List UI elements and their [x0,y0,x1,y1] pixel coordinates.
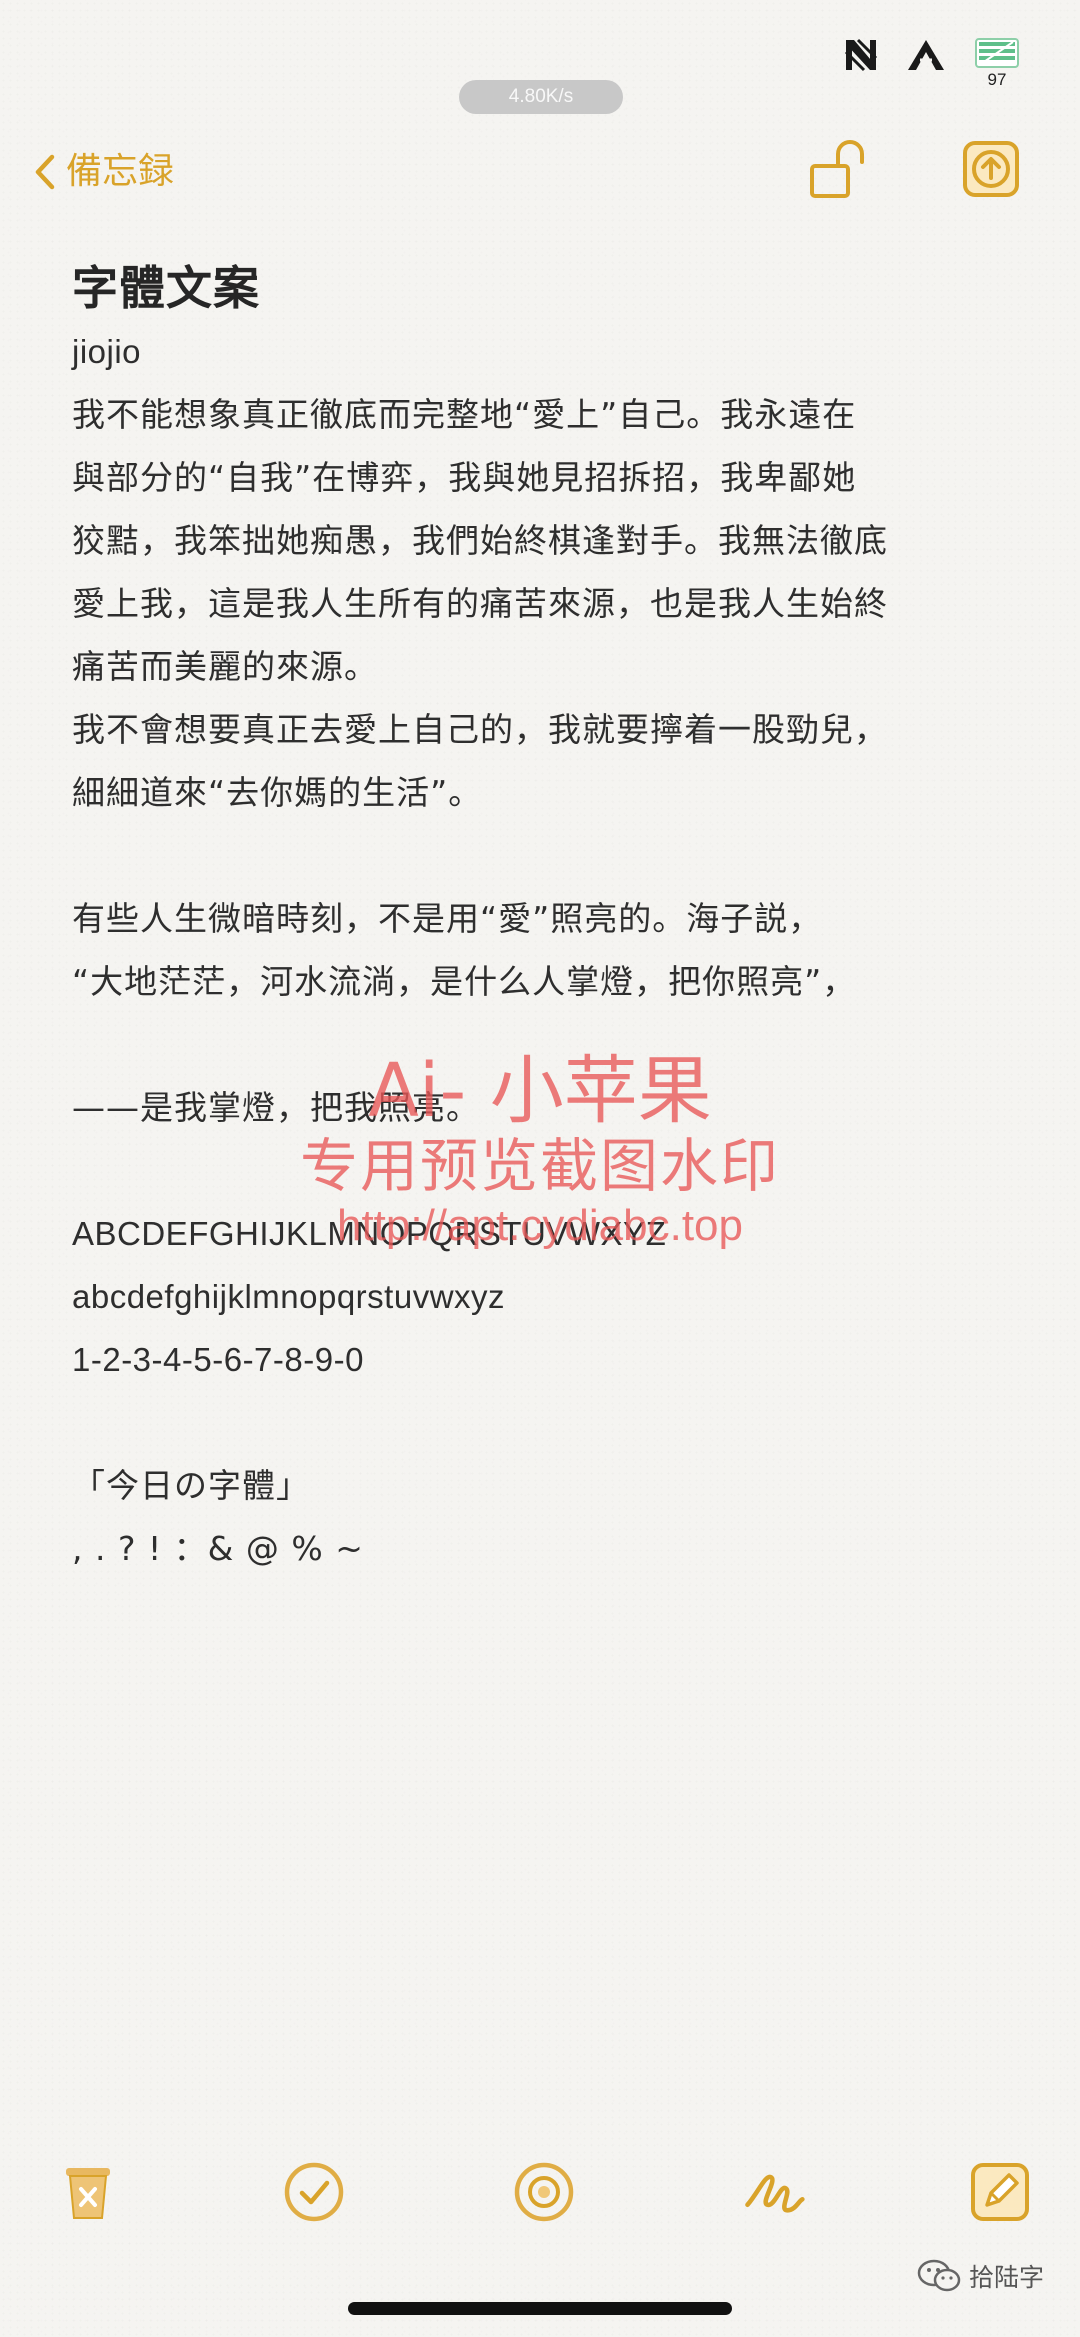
note-line: , . ? ! ：& @ % ~ [72,1529,364,1568]
note-line: 1-2-3-4-5-6-7-8-9-0 [72,1341,364,1378]
share-arrow-up-icon [963,141,1019,197]
source-tag: 拾陆字 [917,2258,1044,2294]
share-button[interactable] [962,140,1020,202]
note-line: 狡黠，我笨拙她痴愚，我們始終棋逢對手。我無法徹底 [72,521,888,560]
camera-icon [514,2162,574,2222]
checklist-button[interactable] [282,2160,346,2224]
signal-a-icon [908,40,944,70]
note-line: 與部分的“自我”在博弈，我與她見招拆招，我卑鄙她 [72,458,857,497]
compose-icon [971,2163,1029,2221]
note-title: 字體文案 [72,261,260,315]
note-line: 細細道來“去你媽的生活”。 [72,773,483,812]
sketch-button[interactable] [742,2160,806,2224]
carrier-n-icon [844,38,878,72]
note-line: ——是我掌燈，把我照亮。 [72,1088,480,1127]
note-line: jiojio [72,333,142,370]
status-bar-icons: 97 [844,38,1020,90]
delete-button[interactable] [56,2160,120,2224]
note-line: abcdefghijklmnopqrstuvwxyz [72,1278,506,1315]
chevron-left-icon [35,154,55,190]
note-line: ABCDEFGHIJKLMNOPQRSTUVWXYZ [72,1215,667,1252]
back-button[interactable]: 備忘録 [34,146,174,198]
note-line: 愛上我，這是我人生所有的痛苦來源，也是我人生始終 [72,584,888,623]
sketch-icon [745,2174,805,2213]
note-body[interactable]: 字體文案 jiojio 我不能想象真正徹底而完整地“愛上”自己。我永遠在 與部分… [72,256,992,1580]
battery-indicator: 97 [974,38,1020,90]
note-line: 我不會想要真正去愛上自己的，我就要擰着一股勁兒， [72,710,888,749]
trash-icon [66,2168,110,2219]
note-line: 有些人生微暗時刻，不是用“愛”照亮的。海子説， [72,899,823,938]
wechat-icon [917,2259,961,2292]
source-label: 拾陆字 [968,2263,1044,2292]
note-line: 痛苦而美麗的來源。 [72,647,378,686]
note-line: “大地茫茫，河水流淌，是什么人掌燈，把你照亮”， [72,962,857,1001]
compose-button[interactable] [968,2160,1032,2224]
lock-button[interactable] [808,140,870,204]
back-button-label: 備忘録 [66,151,175,192]
battery-icon [975,38,1019,68]
network-speed-indicator: 4.80K/s [459,80,623,114]
battery-level: 97 [987,70,1007,89]
unlocked-padlock-icon [810,140,864,198]
home-indicator[interactable] [348,2302,732,2315]
camera-button[interactable] [512,2160,576,2224]
note-line: 我不能想象真正徹底而完整地“愛上”自己。我永遠在 [72,395,857,434]
checklist-icon [284,2162,344,2222]
note-line: 「今日の字體」 [72,1466,310,1505]
